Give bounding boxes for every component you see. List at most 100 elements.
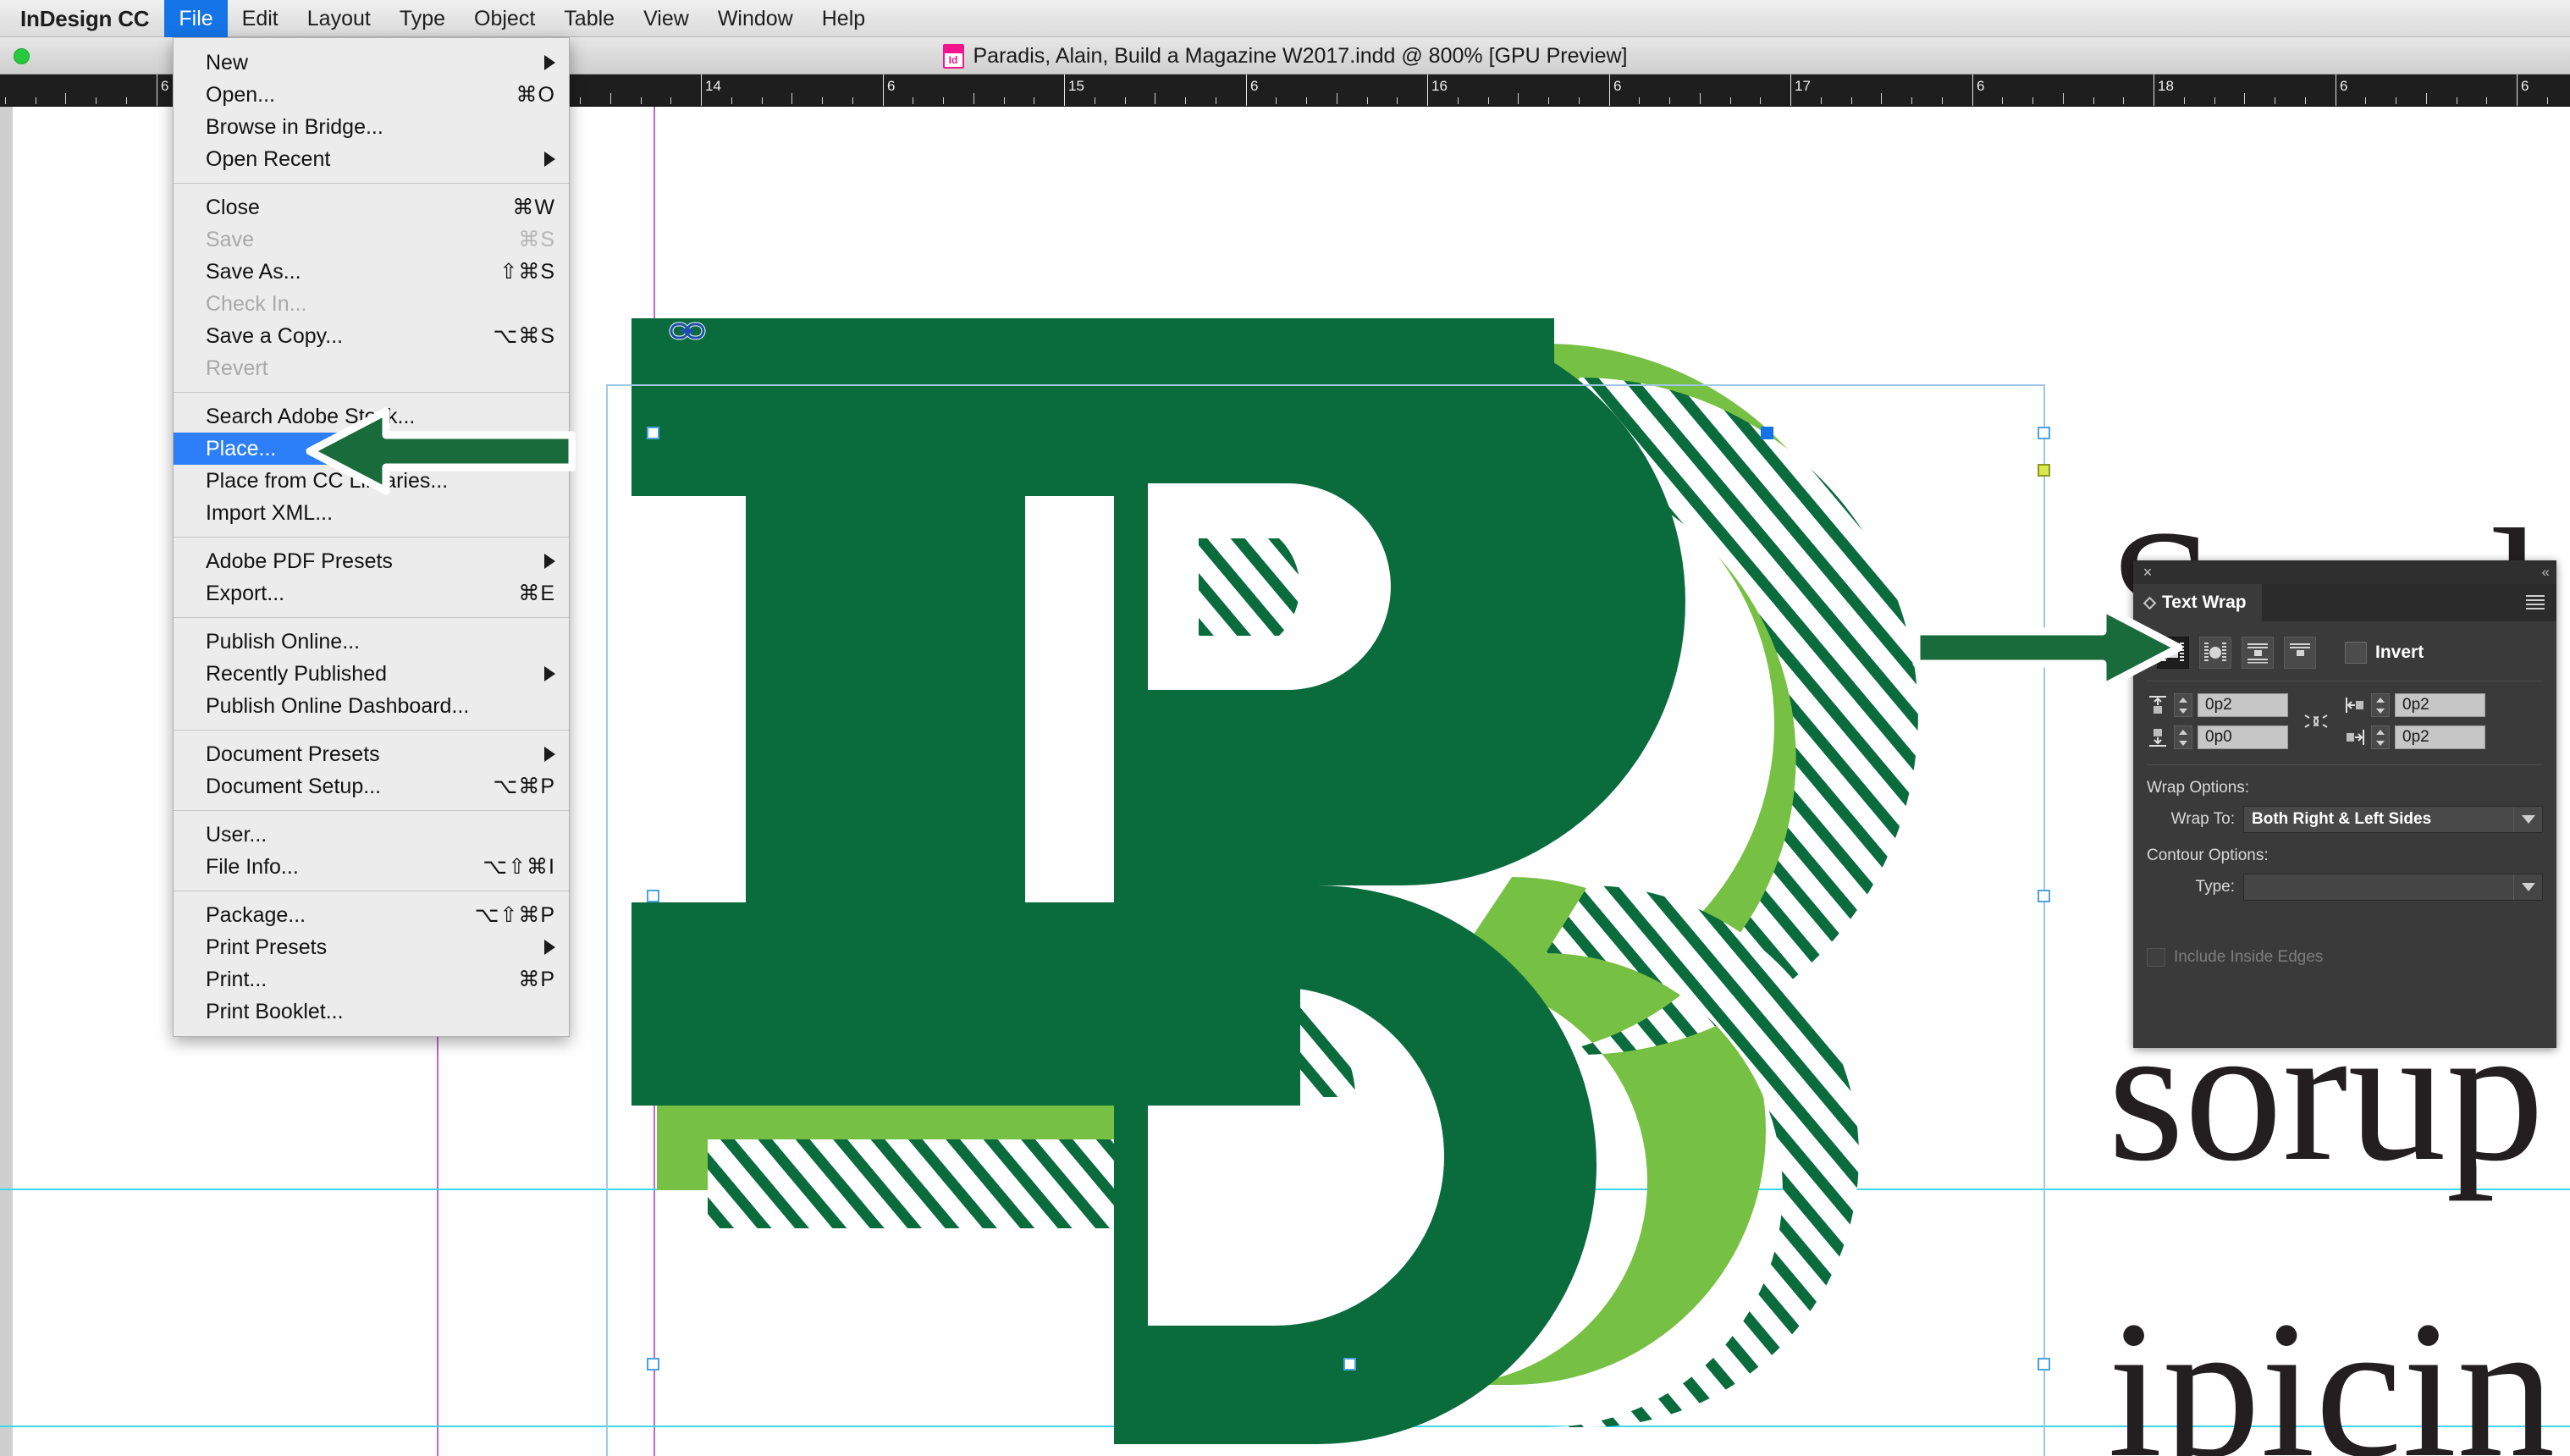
wrap-mode-button-group: Invert xyxy=(2147,637,2543,669)
menu-item-publish-online-dashboard[interactable]: Publish Online Dashboard... xyxy=(174,690,569,722)
ruler-minor-tick xyxy=(2244,93,2245,104)
file-menu-dropdown[interactable]: New Open... ⌘O Browse in Bridge... Open Rece… xyxy=(173,37,570,1037)
ruler-minor-tick xyxy=(1639,97,1640,104)
left-offset-row: 0p2 xyxy=(2344,693,2485,717)
menu-item-new[interactable]: New xyxy=(174,47,569,79)
top-offset-input[interactable]: 0p2 xyxy=(2198,693,2288,717)
bottom-offset-stepper[interactable] xyxy=(2174,725,2192,749)
left-offset-input[interactable]: 0p2 xyxy=(2395,693,2485,717)
invert-label: Invert xyxy=(2375,643,2424,662)
ruler-label: 6 xyxy=(2521,78,2529,94)
menu-edit[interactable]: Edit xyxy=(228,0,293,37)
letter-R-graphic[interactable] xyxy=(606,242,2096,1444)
bottom-offset-input[interactable]: 0p0 xyxy=(2198,725,2288,749)
menu-item-label: Print Booklet... xyxy=(206,999,344,1023)
wrap-button-object-shape[interactable] xyxy=(2199,637,2231,669)
menu-item-open[interactable]: Open... ⌘O xyxy=(174,79,569,111)
selection-handle-bottom-right[interactable] xyxy=(2038,1358,2050,1371)
menu-item-shortcut: ⌥⇧⌘P xyxy=(474,903,555,927)
selection-handle-middle-right[interactable] xyxy=(2038,890,2050,902)
contour-type-select[interactable] xyxy=(2243,874,2543,901)
menu-item-print-presets[interactable]: Print Presets xyxy=(174,931,569,963)
panel-menu-icon[interactable] xyxy=(2526,595,2545,609)
tab-text-wrap[interactable]: Text Wrap xyxy=(2133,584,2262,621)
close-icon[interactable]: × xyxy=(2140,565,2155,580)
menu-item-publish-online[interactable]: Publish Online... xyxy=(174,626,569,658)
menu-object[interactable]: Object xyxy=(460,0,549,37)
menu-item-close[interactable]: Close ⌘W xyxy=(174,191,569,223)
chevron-down-icon-2[interactable] xyxy=(2513,874,2542,900)
wrap-button-jump-object[interactable] xyxy=(2242,637,2274,669)
selection-handle-top-left[interactable] xyxy=(647,427,659,439)
right-offset-input[interactable]: 0p2 xyxy=(2395,725,2485,749)
corner-radius-handle[interactable] xyxy=(2038,464,2050,477)
menu-item-shortcut: ⇧⌘S xyxy=(499,260,555,284)
menu-item-adobe-pdf-presets[interactable]: Adobe PDF Presets xyxy=(174,545,569,577)
menu-window[interactable]: Window xyxy=(703,0,808,37)
menu-item-label: Adobe PDF Presets xyxy=(206,549,393,573)
menu-item-shortcut: ⌘S xyxy=(518,228,555,251)
menu-item-import-xml[interactable]: Import XML... xyxy=(174,497,569,529)
menu-item-document-setup[interactable]: Document Setup... ⌥⌘P xyxy=(174,770,569,802)
menu-item-document-presets[interactable]: Document Presets xyxy=(174,738,569,770)
menu-item-save-a-copy[interactable]: Save a Copy... ⌥⌘S xyxy=(174,320,569,352)
menu-table[interactable]: Table xyxy=(549,0,629,37)
menu-layout[interactable]: Layout xyxy=(293,0,385,37)
ruler-minor-tick xyxy=(2305,97,2306,104)
selection-handle-bottom-left[interactable] xyxy=(647,1358,659,1371)
menu-help[interactable]: Help xyxy=(808,0,880,37)
ruler-minor-tick xyxy=(126,97,127,104)
menu-view[interactable]: View xyxy=(629,0,703,37)
selection-handle-bottom-center[interactable] xyxy=(1343,1358,1356,1371)
menu-item-export[interactable]: Export... ⌘E xyxy=(174,577,569,609)
link-badge-icon[interactable] xyxy=(669,320,706,342)
menu-item-label: Print Presets xyxy=(206,935,328,959)
link-offsets-icon[interactable] xyxy=(2288,707,2344,736)
menu-file[interactable]: File xyxy=(164,0,228,37)
indesign-document-icon: Id xyxy=(942,43,964,69)
menu-item-file-info[interactable]: File Info... ⌥⇧⌘I xyxy=(174,851,569,883)
collapse-panel-icon[interactable]: « xyxy=(2542,564,2551,581)
wrap-to-row: Wrap To: Both Right & Left Sides xyxy=(2147,806,2543,833)
ruler-minor-tick xyxy=(670,97,671,104)
wrap-button-bounding-box[interactable] xyxy=(2157,637,2189,669)
menu-item-user[interactable]: User... xyxy=(174,819,569,851)
right-offset-stepper[interactable] xyxy=(2371,725,2390,749)
wrap-to-label: Wrap To: xyxy=(2170,810,2235,828)
menu-item-label: Search Adobe Stock... xyxy=(206,404,416,428)
menu-item-browse-in-bridge[interactable]: Browse in Bridge... xyxy=(174,111,569,143)
invert-checkbox[interactable] xyxy=(2345,642,2367,664)
menu-separator xyxy=(174,730,569,731)
menu-item-package[interactable]: Package... ⌥⇧⌘P xyxy=(174,899,569,931)
selection-handle-middle-left[interactable] xyxy=(647,890,659,902)
menu-item-search-adobe-stock[interactable]: Search Adobe Stock... xyxy=(174,400,569,433)
text-wrap-panel[interactable]: × « Text Wrap Invert 0p2 0p0 0p2 0p2 Wra… xyxy=(2133,560,2556,1048)
menu-item-label: Recently Published xyxy=(206,661,388,686)
ruler-minor-tick xyxy=(1942,97,1943,104)
menu-item-print[interactable]: Print... ⌘P xyxy=(174,963,569,995)
left-offset-stepper[interactable] xyxy=(2371,693,2390,717)
menu-item-label: Print... xyxy=(206,967,267,991)
ruler-minor-tick xyxy=(762,97,763,104)
menu-item-place[interactable]: Place... ⌘D xyxy=(174,433,569,465)
selection-handle-top-center[interactable] xyxy=(1761,427,1773,439)
menu-item-save-as[interactable]: Save As... ⇧⌘S xyxy=(174,256,569,288)
ruler-minor-tick xyxy=(2365,97,2366,104)
menu-item-place-from-cc-libraries[interactable]: Place from CC Libraries... xyxy=(174,465,569,497)
ruler-minor-tick xyxy=(1397,97,1398,104)
menu-type[interactable]: Type xyxy=(385,0,460,37)
document-icon-label: Id xyxy=(948,53,958,66)
menu-item-print-booklet[interactable]: Print Booklet... xyxy=(174,995,569,1028)
include-inside-edges-checkbox[interactable] xyxy=(2147,948,2165,967)
ruler-minor-tick xyxy=(1881,93,1882,104)
top-offset-stepper[interactable] xyxy=(2174,693,2192,717)
wrap-button-jump-next-column[interactable] xyxy=(2284,637,2316,669)
ruler-minor-tick xyxy=(1730,97,1731,104)
selection-handle-top-right[interactable] xyxy=(2038,427,2050,439)
menu-item-open-recent[interactable]: Open Recent xyxy=(174,143,569,175)
chevron-down-icon[interactable] xyxy=(2513,807,2542,832)
ruler-minor-tick xyxy=(2184,97,2185,104)
menu-item-recently-published[interactable]: Recently Published xyxy=(174,658,569,690)
wrap-to-select[interactable]: Both Right & Left Sides xyxy=(2243,806,2543,833)
panel-tab-row: Text Wrap xyxy=(2133,584,2556,621)
